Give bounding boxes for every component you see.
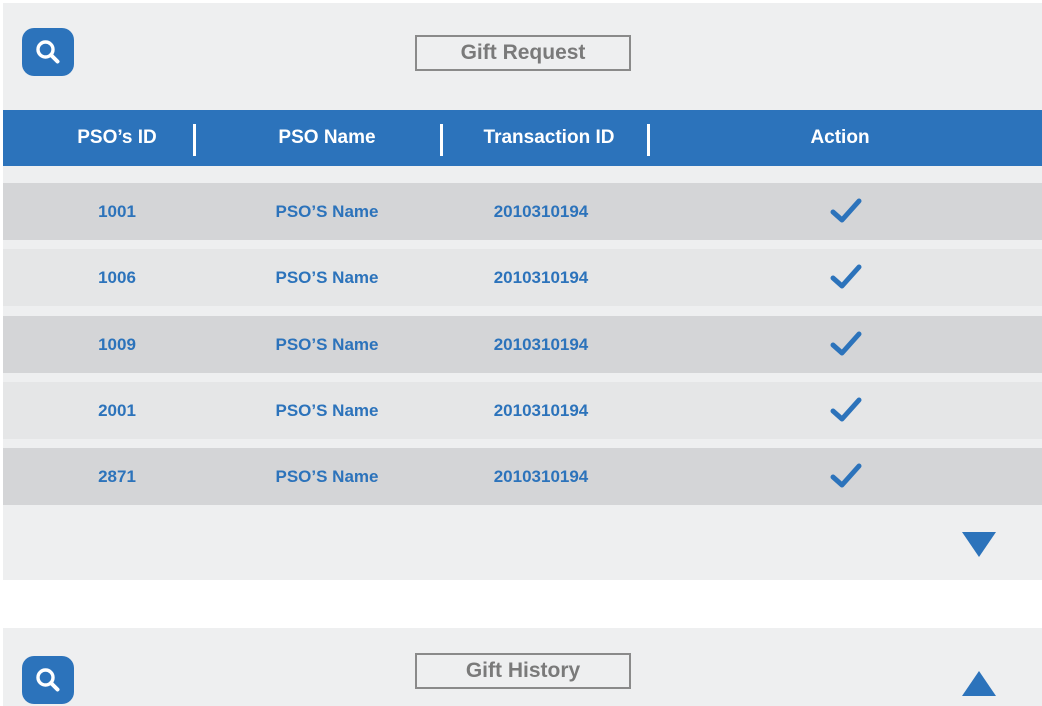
table-row: 1009 PSO’S Name 2010310194 — [3, 316, 1042, 373]
column-separator — [440, 124, 443, 156]
search-icon — [36, 668, 60, 692]
table-row: 2001 PSO’S Name 2010310194 — [3, 382, 1042, 439]
gift-history-title: Gift History — [415, 653, 631, 689]
transaction-id-cell: 2010310194 — [493, 201, 589, 221]
transaction-id-cell: 2010310194 — [493, 466, 589, 486]
triangle-up-icon[interactable] — [962, 671, 996, 696]
table-row: 1006 PSO’S Name 2010310194 — [3, 249, 1042, 306]
transaction-id-cell: 2010310194 — [493, 400, 589, 420]
pso-id-cell: 1009 — [98, 334, 136, 354]
pso-name-cell: PSO’S Name — [275, 334, 379, 354]
gift-request-search-button[interactable] — [22, 28, 74, 76]
approve-button[interactable] — [829, 195, 863, 227]
transaction-id-cell: 2010310194 — [493, 334, 589, 354]
column-header-pso-id: PSO’s ID — [77, 127, 157, 148]
table-row: 1001 PSO’S Name 2010310194 — [3, 183, 1042, 240]
column-header-pso-name: PSO Name — [278, 127, 376, 148]
checkmark-icon — [830, 331, 862, 356]
checkmark-icon — [830, 463, 862, 488]
approve-button[interactable] — [829, 394, 863, 426]
pso-name-cell: PSO’S Name — [275, 400, 379, 420]
table-row: 2871 PSO’S Name 2010310194 — [3, 448, 1042, 505]
approve-button[interactable] — [829, 328, 863, 360]
pso-name-cell: PSO’S Name — [275, 267, 379, 287]
approve-button[interactable] — [829, 261, 863, 293]
column-header-action: Action — [810, 127, 870, 148]
gift-request-title: Gift Request — [415, 35, 631, 71]
pso-id-cell: 2001 — [98, 400, 136, 420]
checkmark-icon — [830, 397, 862, 422]
pso-name-cell: PSO’S Name — [275, 201, 379, 221]
column-separator — [193, 124, 196, 156]
pso-id-cell: 2871 — [98, 466, 136, 486]
table-header: PSO’s ID PSO Name Transaction ID Action — [3, 110, 1042, 166]
column-header-transaction-id: Transaction ID — [483, 127, 615, 148]
pso-name-cell: PSO’S Name — [275, 466, 379, 486]
approve-button[interactable] — [829, 460, 863, 492]
pso-id-cell: 1006 — [98, 267, 136, 287]
checkmark-icon — [830, 198, 862, 223]
gift-history-panel: Gift History — [3, 628, 1042, 706]
checkmark-icon — [830, 264, 862, 289]
pso-id-cell: 1001 — [98, 201, 136, 221]
column-separator — [647, 124, 650, 156]
transaction-id-cell: 2010310194 — [493, 267, 589, 287]
gift-request-panel: Gift Request PSO’s ID PSO Name Transacti… — [3, 3, 1042, 580]
triangle-down-icon[interactable] — [962, 532, 996, 557]
app-root: Gift Request PSO’s ID PSO Name Transacti… — [0, 0, 1042, 706]
search-icon — [36, 40, 60, 64]
gift-history-search-button[interactable] — [22, 656, 74, 704]
